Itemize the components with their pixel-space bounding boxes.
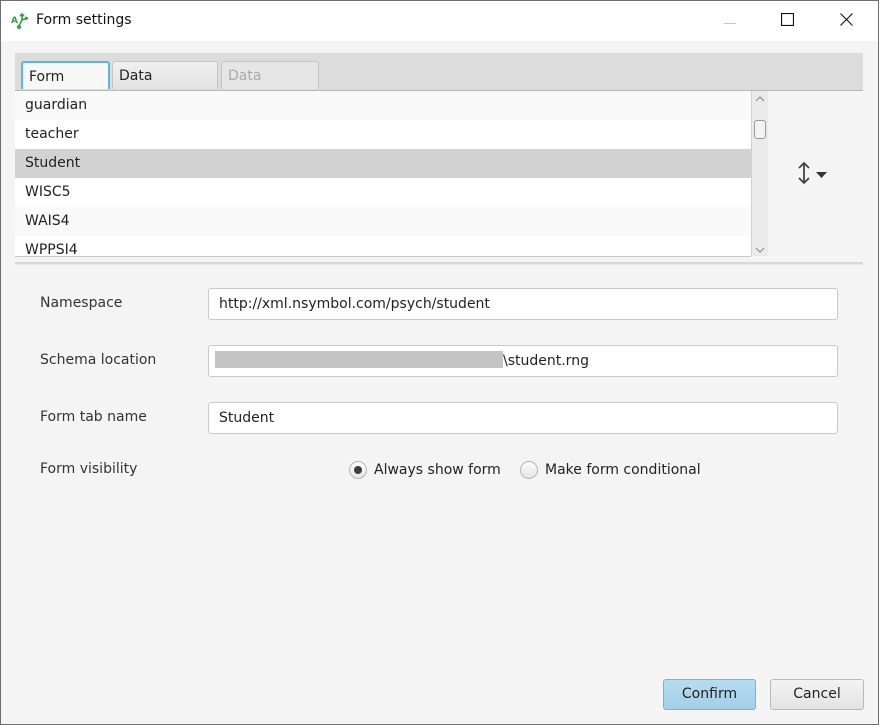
tab-strip: Form setup Data mapping Data sources [15,53,863,113]
radio-button-selected[interactable] [349,461,367,479]
redacted-path [215,351,503,368]
scroll-up-button[interactable] [752,91,768,105]
title-bar: A Form settings [1,1,878,41]
cancel-button[interactable]: Cancel [770,679,864,710]
list-scrollbar[interactable] [751,91,768,256]
radio-label: Always show form [374,462,501,478]
tab-form-setup[interactable]: Form setup [21,61,110,113]
list-item[interactable]: WPPSI4 [15,236,751,256]
minimize-button[interactable] [701,1,759,41]
schema-location-input[interactable]: \student.rng [208,345,838,377]
close-button[interactable] [817,1,875,41]
tab-data-mapping[interactable]: Data mapping [112,61,218,112]
close-icon [839,12,853,30]
sort-updown-icon [796,161,812,189]
radio-always-show-form[interactable]: Always show form [349,459,501,481]
form-settings-dialog: A Form settings Form setup Data mapping … [0,0,879,725]
maximize-button[interactable] [758,1,816,41]
tab-data-sources: Data sources [221,61,319,112]
list-item[interactable]: teacher [15,120,751,149]
list-item[interactable]: WAIS4 [15,207,751,236]
minimize-icon [724,13,736,29]
dropdown-arrow-icon [816,167,827,183]
schema-location-value: \student.rng [503,353,589,369]
radio-label: Make form conditional [545,462,701,478]
form-tab-name-value: Student [219,410,275,426]
form-list[interactable]: guardian teacher Student WISC5 WAIS4 WPP… [15,91,751,257]
form-tab-name-input[interactable]: Student [208,402,838,434]
section-divider [15,262,863,265]
confirm-button[interactable]: Confirm [663,679,756,710]
radio-button[interactable] [520,461,538,479]
schema-location-label: Schema location [40,352,157,368]
sort-menu-button[interactable] [796,159,841,191]
svg-text:A: A [11,16,18,26]
namespace-label: Namespace [40,295,123,311]
namespace-value: http://xml.nsymbol.com/psych/student [219,296,490,312]
window-title: Form settings [36,12,132,28]
radio-make-form-conditional[interactable]: Make form conditional [520,459,701,481]
list-item[interactable]: guardian [15,91,751,120]
form-visibility-label: Form visibility [40,461,138,477]
scroll-thumb[interactable] [754,120,766,139]
chevron-up-icon [755,90,765,106]
chevron-down-icon [755,241,765,257]
form-tab-name-label: Form tab name [40,409,147,425]
scroll-down-button[interactable] [752,242,768,256]
app-icon: A [11,12,29,30]
maximize-icon [780,12,794,30]
namespace-input[interactable]: http://xml.nsymbol.com/psych/student [208,288,838,320]
list-item[interactable]: WISC5 [15,178,751,207]
list-item-selected[interactable]: Student [15,149,751,178]
